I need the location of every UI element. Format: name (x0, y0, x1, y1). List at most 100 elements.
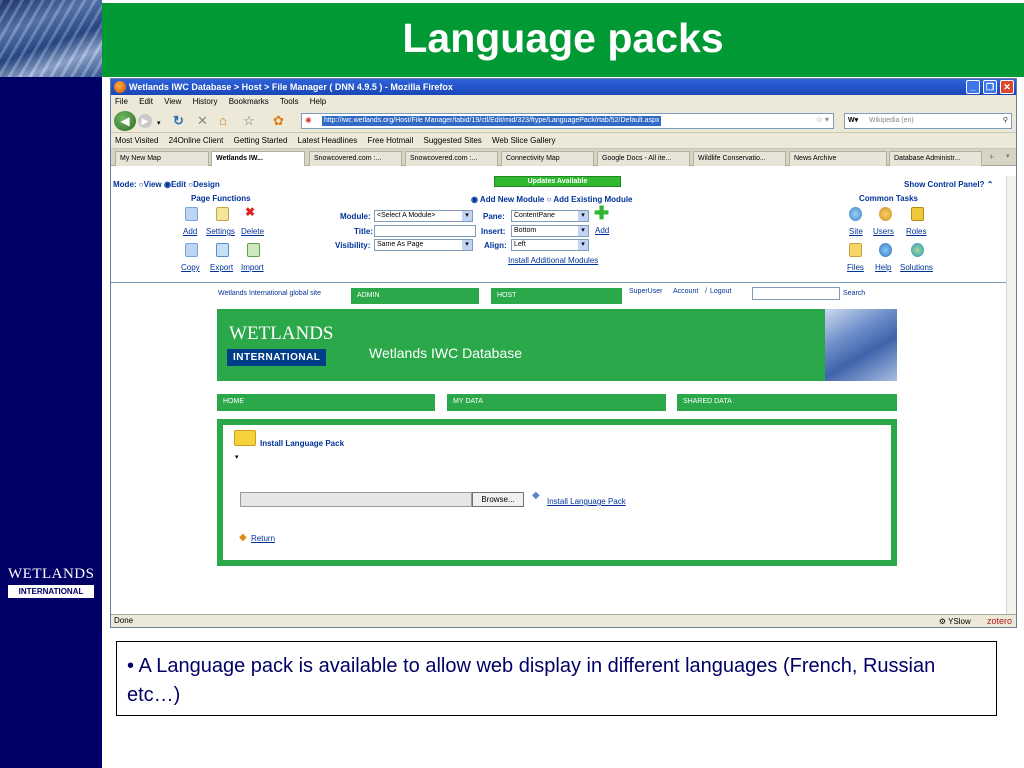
add-page-icon[interactable] (185, 207, 198, 221)
menu-file[interactable]: File (115, 97, 128, 106)
delete-icon[interactable]: ✖ (245, 205, 255, 219)
users-icon[interactable] (879, 207, 892, 221)
solutions-link[interactable]: Solutions (900, 263, 933, 272)
menu-bookmarks[interactable]: Bookmarks (229, 97, 269, 106)
bookmark-suggested-sites[interactable]: Suggested Sites (424, 136, 482, 145)
close-icon[interactable]: ✕ (1000, 80, 1014, 94)
logout-link[interactable]: Logout (710, 288, 731, 295)
add-existing-module-radio[interactable]: ○ (547, 195, 552, 204)
mode-design-label[interactable]: Design (193, 180, 220, 189)
nav-home[interactable]: HOME (217, 394, 435, 411)
account-link[interactable]: Account (673, 288, 698, 295)
align-select[interactable]: Left (511, 239, 589, 251)
vertical-scrollbar[interactable] (1006, 176, 1016, 616)
addon-icon[interactable]: ✿ (273, 114, 284, 128)
browse-button[interactable]: Browse... (472, 492, 524, 507)
tab-list-icon[interactable]: ▾ (1006, 152, 1010, 160)
title-input[interactable] (374, 225, 476, 237)
export-link[interactable]: Export (210, 263, 233, 272)
mode-view-label[interactable]: View (144, 180, 162, 189)
add-new-module-radio[interactable]: ◉ (471, 195, 478, 204)
address-bar[interactable]: ✺ http://iwc.wetlands.org/Host/File Mana… (301, 113, 834, 129)
files-link[interactable]: Files (847, 263, 864, 272)
file-path-input[interactable] (240, 492, 472, 507)
bookmark-most-visited[interactable]: Most Visited (115, 136, 158, 145)
files-folder-icon[interactable] (849, 243, 862, 257)
tab-snowcovered-2[interactable]: Snowcovered.com :... (405, 151, 498, 166)
module-select[interactable]: <Select A Module> (374, 210, 473, 222)
pane-select[interactable]: ContentPane (511, 210, 589, 222)
bookmark-getting-started[interactable]: Getting Started (234, 136, 288, 145)
help-icon[interactable] (879, 243, 892, 257)
module-actions-dropdown-icon[interactable]: ▾ (235, 453, 239, 461)
minimize-icon[interactable]: _ (966, 80, 980, 94)
tab-news-archive[interactable]: News Archive (789, 151, 887, 166)
back-button[interactable]: ◀ (114, 111, 136, 131)
tab-database-admin[interactable]: Database Administr... (889, 151, 982, 166)
history-dropdown-icon[interactable]: ▾ (157, 117, 161, 131)
zotero-label[interactable]: zotero (987, 616, 1012, 626)
global-site-link[interactable]: Wetlands International global site (218, 290, 321, 297)
site-link[interactable]: Site (849, 227, 863, 236)
tab-snowcovered-1[interactable]: Snowcovered.com :... (309, 151, 402, 166)
menu-tools[interactable]: Tools (280, 97, 299, 106)
roles-icon[interactable] (911, 207, 924, 221)
new-tab-icon[interactable]: + (989, 152, 994, 162)
visibility-select[interactable]: Same As Page (374, 239, 473, 251)
site-icon[interactable] (849, 207, 862, 221)
nav-shared-data[interactable]: SHARED DATA (677, 394, 897, 411)
mode-edit-radio[interactable]: ◉ (164, 180, 171, 189)
install-modules-link[interactable]: Install Additional Modules (508, 256, 598, 265)
export-icon[interactable] (216, 243, 229, 257)
delete-link[interactable]: Delete (241, 227, 264, 236)
settings-link[interactable]: Settings (206, 227, 235, 236)
yslow-icon[interactable]: ⚙ (939, 617, 946, 626)
bookmark-free-hotmail[interactable]: Free Hotmail (367, 136, 413, 145)
tab-connectivity-map[interactable]: Connectivity Map (501, 151, 594, 166)
restore-icon[interactable]: ❐ (983, 80, 997, 94)
wikipedia-icon[interactable]: W▾ (848, 114, 858, 128)
menu-help[interactable]: Help (310, 97, 326, 106)
yslow-label[interactable]: YSlow (948, 617, 971, 626)
insert-select[interactable]: Bottom (511, 225, 589, 237)
tab-my-new-map[interactable]: My New Map (115, 151, 209, 166)
bookmark-24online[interactable]: 24Online Client (169, 136, 224, 145)
solutions-globe-icon[interactable] (911, 243, 924, 257)
menu-view[interactable]: View (164, 97, 181, 106)
menu-history[interactable]: History (193, 97, 218, 106)
import-icon[interactable] (247, 243, 260, 257)
return-link[interactable]: Return (251, 534, 275, 543)
forward-button[interactable]: ▶ (138, 114, 152, 128)
nav-my-data[interactable]: MY DATA (447, 394, 666, 411)
add-page-link[interactable]: Add (183, 227, 197, 236)
users-link[interactable]: Users (873, 227, 894, 236)
mode-edit-label[interactable]: Edit (171, 180, 186, 189)
tab-wildlife[interactable]: Wildlife Conservatio... (693, 151, 786, 166)
bookmark-star-icon[interactable]: ☆ (243, 114, 255, 128)
add-existing-module-label[interactable]: Add Existing Module (553, 195, 632, 204)
site-search-button[interactable]: Search (843, 290, 865, 297)
updates-available-button[interactable]: Updates Available (494, 176, 621, 187)
add-new-module-label[interactable]: Add New Module (480, 195, 544, 204)
stop-icon[interactable]: ✕ (197, 114, 208, 128)
collapse-icon[interactable]: ⌃ (987, 180, 994, 189)
home-icon[interactable]: ⌂ (219, 114, 227, 128)
reload-icon[interactable]: ↻ (173, 114, 184, 128)
url-star-icon[interactable]: ☆ ▾ (816, 115, 829, 124)
copy-link[interactable]: Copy (181, 263, 200, 272)
superuser-link[interactable]: SuperUser (629, 288, 662, 295)
search-icon[interactable]: ⚲ (1003, 114, 1008, 128)
tab-wetlands[interactable]: Wetlands IW... (211, 151, 305, 166)
install-language-pack-link[interactable]: Install Language Pack (547, 497, 626, 506)
admin-menu[interactable]: ADMIN (351, 288, 479, 304)
copy-icon[interactable] (185, 243, 198, 257)
host-menu[interactable]: HOST (491, 288, 622, 304)
add-module-plus-icon[interactable]: ✚ (594, 204, 609, 222)
site-search-input[interactable] (752, 287, 840, 300)
settings-icon[interactable] (216, 207, 229, 221)
show-control-panel[interactable]: Show Control Panel? ⌃ (904, 180, 993, 189)
roles-link[interactable]: Roles (906, 227, 926, 236)
search-input[interactable]: W▾ Wikipedia (en) ⚲ (844, 113, 1012, 129)
menu-edit[interactable]: Edit (139, 97, 153, 106)
import-link[interactable]: Import (241, 263, 264, 272)
